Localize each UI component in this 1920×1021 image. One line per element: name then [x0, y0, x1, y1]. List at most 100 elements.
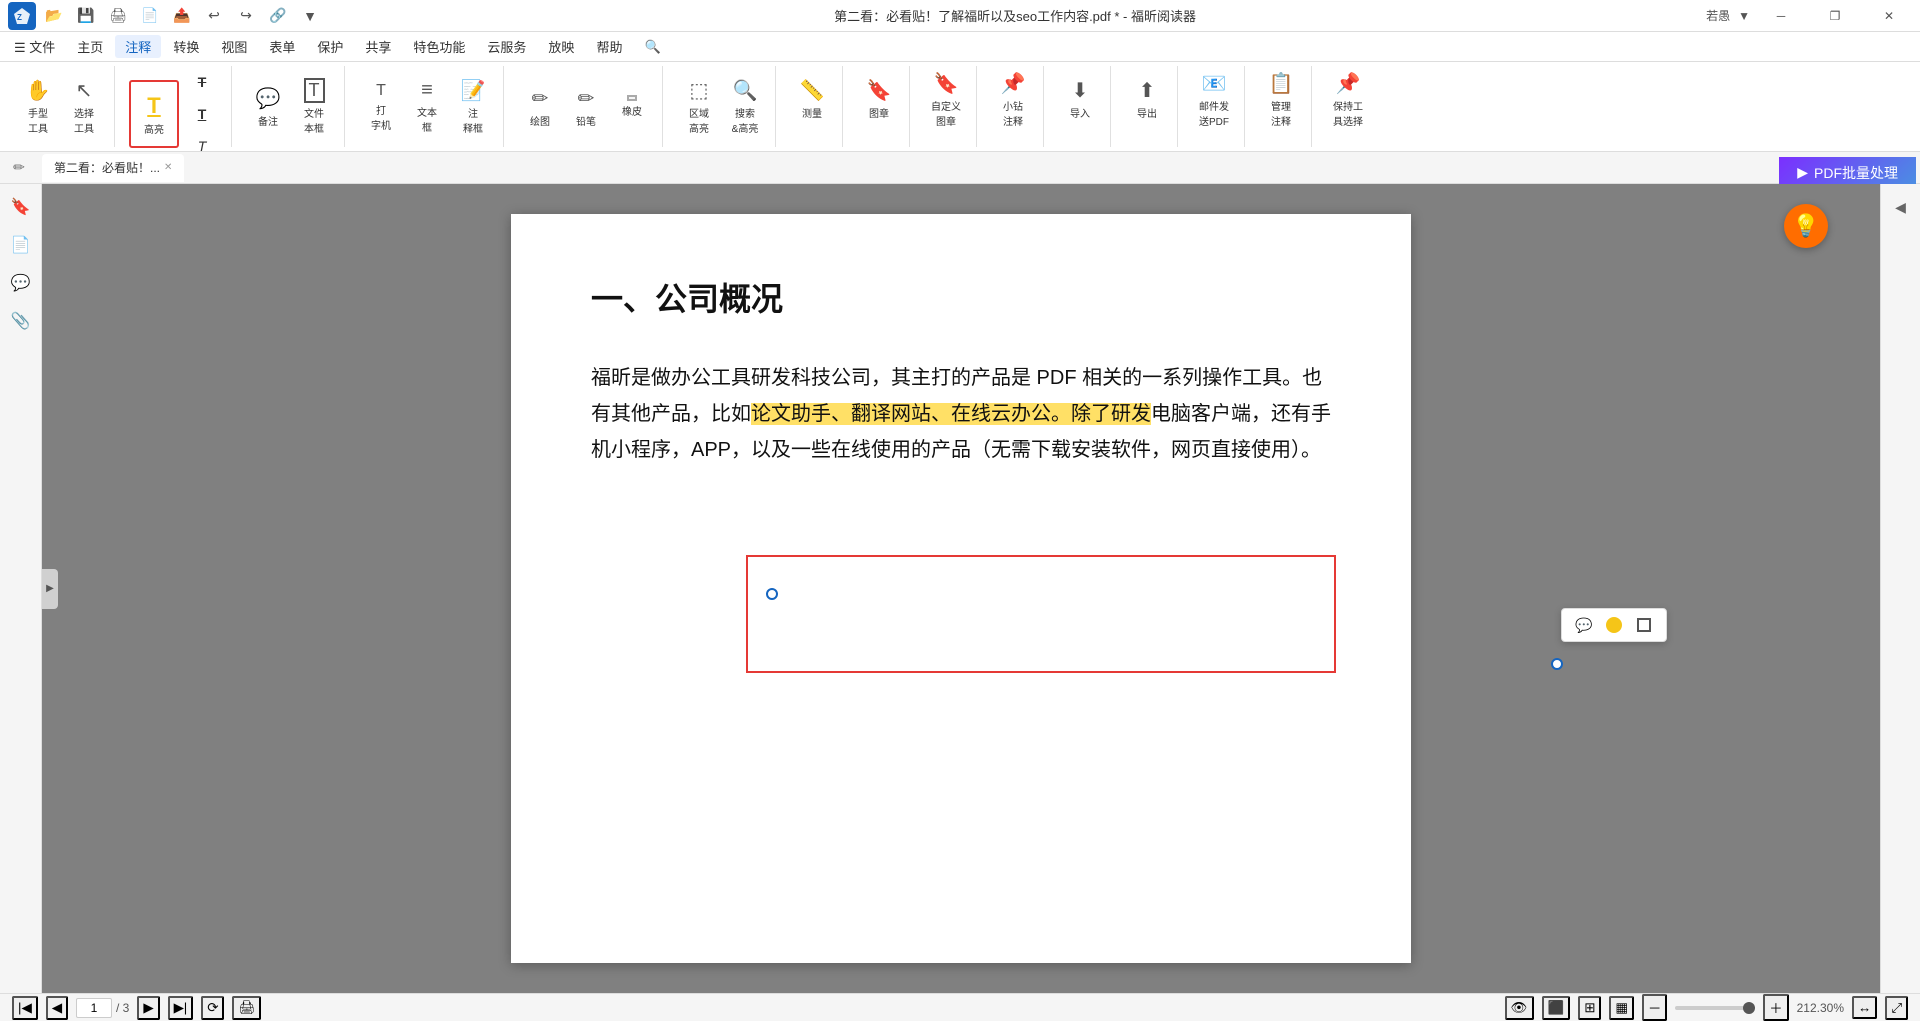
- draw-button[interactable]: ✏ 绘图: [518, 76, 562, 138]
- export-ribbon-button[interactable]: ⬆ 导出: [1125, 68, 1169, 130]
- rotate-button[interactable]: ⟳: [201, 996, 224, 1020]
- text-box-button[interactable]: T 文件本框: [292, 76, 336, 138]
- selection-handle-top[interactable]: [766, 588, 778, 600]
- fullscreen-button[interactable]: ⤢: [1885, 996, 1908, 1020]
- undo-button[interactable]: ↩: [200, 5, 228, 27]
- small-note-icon: 📌: [1001, 71, 1026, 96]
- pdf-viewer[interactable]: 💡 一、公司概况 福昕是做办公工具研发科技公司，其主打的产品是 PDF 相关的一…: [42, 184, 1880, 993]
- next-page-end-button[interactable]: ▶|: [168, 996, 194, 1020]
- print-button[interactable]: 🖨: [104, 5, 132, 27]
- tab-close-button[interactable]: ✕: [164, 162, 172, 173]
- area-highlight-button[interactable]: ⬚ 区域高亮: [677, 76, 721, 138]
- share-button[interactable]: 🔗: [264, 5, 292, 27]
- redo-button[interactable]: ↪: [232, 5, 260, 27]
- typewriter-button[interactable]: T 打字机: [359, 76, 403, 138]
- hand-tool-button[interactable]: ✋ 手型工具: [16, 76, 60, 138]
- restore-button[interactable]: ❐: [1812, 0, 1858, 32]
- body-text-highlighted: 论文助手、翻译网站、在线云办公。除了研发: [751, 403, 1151, 425]
- ribbon-group-import: ⬇ 导入: [1050, 66, 1111, 147]
- ribbon-group-export: ⬆ 导出: [1117, 66, 1178, 147]
- eye-button[interactable]: 👁: [1505, 996, 1534, 1020]
- manage-annotation-button[interactable]: 📋 管理注释: [1259, 68, 1303, 130]
- select-tool-button[interactable]: ↖ 选择工具: [62, 76, 106, 138]
- ribbon-btns-area: ⬚ 区域高亮 🔍 搜索&高亮: [677, 68, 767, 145]
- page-number-input[interactable]: [76, 998, 112, 1018]
- open-file-button[interactable]: 📄: [136, 5, 164, 27]
- menu-view[interactable]: 视图: [211, 35, 257, 58]
- view-mode-3-button[interactable]: ▦: [1609, 996, 1634, 1020]
- menu-annotation[interactable]: 注释: [115, 35, 161, 58]
- menu-present[interactable]: 放映: [538, 35, 584, 58]
- menu-protect[interactable]: 保护: [307, 35, 353, 58]
- selection-box: [746, 555, 1336, 673]
- menu-search[interactable]: 🔍: [634, 37, 670, 57]
- menu-share[interactable]: 共享: [355, 35, 401, 58]
- sidebar-collapse-button[interactable]: ▶: [42, 569, 58, 609]
- menu-convert[interactable]: 转换: [163, 35, 209, 58]
- menu-help[interactable]: 帮助: [586, 35, 632, 58]
- highlight-button[interactable]: T 高亮: [129, 80, 179, 148]
- menu-home[interactable]: 主页: [67, 35, 113, 58]
- right-toggle-icon[interactable]: ◀: [1886, 192, 1916, 222]
- view-mode-1-button[interactable]: ⬛: [1542, 996, 1571, 1020]
- menu-form[interactable]: 表单: [259, 35, 305, 58]
- eraser-button[interactable]: 橡皮: [610, 76, 654, 138]
- print-status-button[interactable]: 🖨: [232, 996, 261, 1020]
- import-button[interactable]: ⬇ 导入: [1058, 68, 1102, 130]
- menu-hamburger[interactable]: ☰ 文件: [4, 35, 65, 58]
- sidebar-bookmark-icon[interactable]: 🔖: [6, 192, 36, 222]
- ribbon-group-highlight: T 高亮 T T T: [121, 66, 232, 147]
- tab-item-main[interactable]: 第二看：必看贴！... ✕: [42, 154, 184, 182]
- ann-square-icon: [1637, 618, 1651, 632]
- custom-stamp-button[interactable]: 🔖 自定义图章: [924, 68, 968, 130]
- prev-page-start-button[interactable]: |◀: [12, 996, 38, 1020]
- selection-handle-bottom[interactable]: [1551, 658, 1563, 670]
- zoom-slider[interactable]: [1675, 1006, 1755, 1010]
- ann-square-button[interactable]: [1630, 613, 1658, 637]
- underline-button[interactable]: T: [181, 100, 223, 128]
- email-pdf-button[interactable]: 📧 邮件发送PDF: [1192, 68, 1236, 130]
- stamp-button[interactable]: 🔖 图章: [857, 68, 901, 130]
- small-note-button[interactable]: 📌 小钻注释: [991, 68, 1035, 130]
- annotation-mode-icon[interactable]: ✏: [4, 153, 34, 183]
- measure-button[interactable]: 📏 测量: [790, 68, 834, 130]
- close-button[interactable]: ✕: [1866, 0, 1912, 32]
- right-sidebar: ◀: [1880, 184, 1920, 993]
- prev-page-button[interactable]: ◀: [46, 996, 68, 1020]
- sidebar-pages-icon[interactable]: 📄: [6, 230, 36, 260]
- ann-chat-button[interactable]: 💬: [1570, 613, 1598, 637]
- ribbon-group-note: 💬 备注 T 文件本框: [238, 66, 345, 147]
- open-button[interactable]: 📂: [40, 5, 68, 27]
- lightbulb-icon: 💡: [1792, 213, 1819, 239]
- sidebar-comment-icon[interactable]: 💬: [6, 268, 36, 298]
- ribbon-group-custom-stamp: 🔖 自定义图章: [916, 66, 977, 147]
- status-right: 👁 ⬛ ⊞ ▦ － ＋ 212.30% ↔ ⤢: [1505, 994, 1908, 1021]
- strikethrough-button[interactable]: T: [181, 68, 223, 96]
- ribbon-group-measure: 📏 测量: [782, 66, 843, 147]
- sidebar-attachment-icon[interactable]: 📎: [6, 306, 36, 336]
- export-button[interactable]: 📤: [168, 5, 196, 27]
- pencil-button[interactable]: ✏ 铅笔: [564, 76, 608, 138]
- export-ribbon-icon: ⬆: [1139, 78, 1156, 103]
- dropdown-btn[interactable]: ▼: [296, 5, 324, 27]
- sticky-note-button[interactable]: 💬 备注: [246, 76, 290, 138]
- menu-special[interactable]: 特色功能: [403, 35, 475, 58]
- minimize-button[interactable]: ─: [1758, 0, 1804, 32]
- zoom-in-button[interactable]: ＋: [1763, 994, 1788, 1021]
- zoom-percent: 212.30%: [1797, 1001, 1844, 1015]
- lightbulb-fab-button[interactable]: 💡: [1784, 204, 1828, 248]
- strikethrough-icon: T: [198, 74, 207, 90]
- fit-width-button[interactable]: ↔: [1852, 996, 1877, 1019]
- menu-bar: ☰ 文件 主页 注释 转换 视图 表单 保护 共享 特色功能 云服务 放映 帮助…: [0, 32, 1920, 62]
- zoom-out-button[interactable]: －: [1642, 994, 1667, 1021]
- text-frame-button[interactable]: ≡ 文本框: [405, 76, 449, 138]
- keep-select-button[interactable]: 📌 保持工具选择: [1326, 68, 1370, 130]
- view-mode-2-button[interactable]: ⊞: [1578, 996, 1601, 1020]
- save-button[interactable]: 💾: [72, 5, 100, 27]
- search-highlight-button[interactable]: 🔍 搜索&高亮: [723, 76, 767, 138]
- next-page-button[interactable]: ▶: [137, 996, 159, 1020]
- text-frame-label: 文本框: [417, 104, 437, 134]
- menu-cloud[interactable]: 云服务: [477, 35, 536, 58]
- ann-color-circle[interactable]: [1606, 617, 1622, 633]
- annotation-frame-button[interactable]: 📝 注释框: [451, 76, 495, 138]
